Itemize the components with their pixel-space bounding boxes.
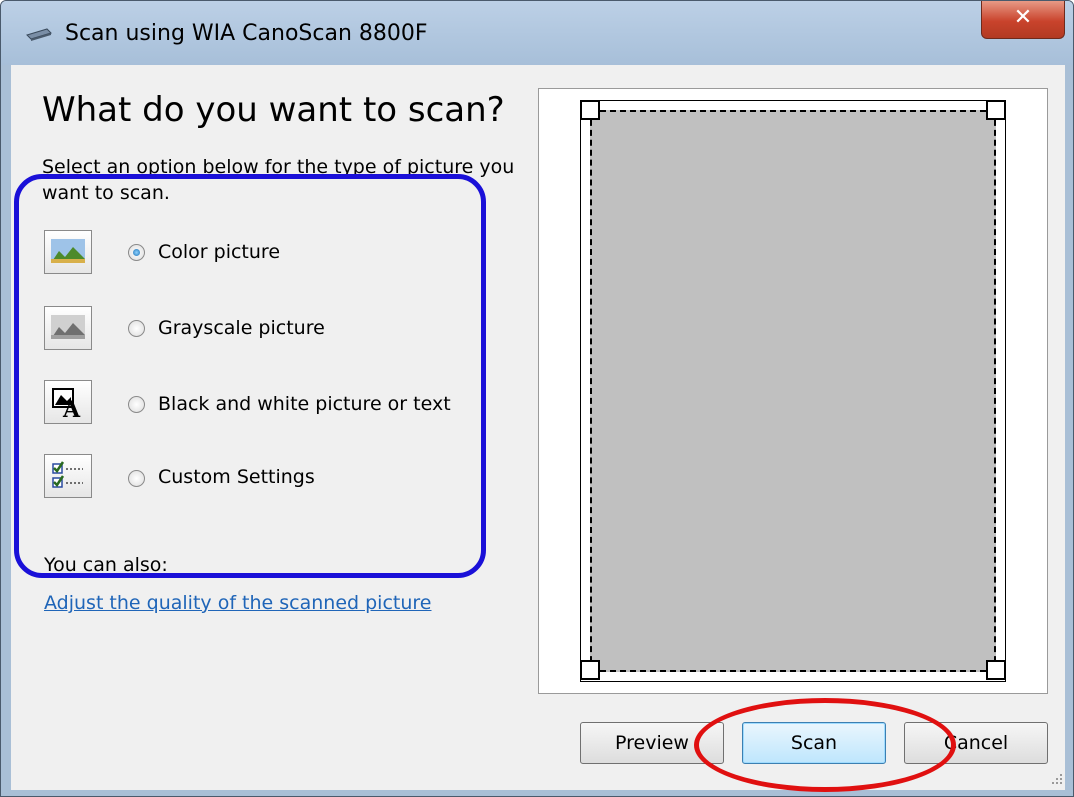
- page-title: What do you want to scan?: [42, 90, 505, 130]
- title-bar[interactable]: Scan using WIA CanoScan 8800F ✕: [1, 1, 1073, 65]
- crop-handle-bottom-left[interactable]: [580, 660, 600, 680]
- color-photo-icon[interactable]: [44, 230, 92, 274]
- crop-handle-bottom-right[interactable]: [986, 660, 1006, 680]
- color-picture-label[interactable]: Color picture: [158, 241, 280, 263]
- resize-grip-icon[interactable]: [1050, 772, 1064, 786]
- custom-settings-radio[interactable]: [128, 470, 145, 487]
- close-x-icon: ✕: [1013, 5, 1033, 30]
- black-white-text-icon[interactable]: A: [44, 380, 92, 424]
- scan-button[interactable]: Scan: [742, 722, 886, 764]
- crop-handle-top-left[interactable]: [580, 100, 600, 120]
- grayscale-picture-label[interactable]: Grayscale picture: [158, 317, 325, 339]
- adjust-quality-link[interactable]: Adjust the quality of the scanned pictur…: [44, 592, 432, 614]
- instructions-text: Select an option below for the type of p…: [42, 156, 515, 204]
- custom-settings-icon[interactable]: [44, 454, 92, 498]
- grayscale-photo-icon[interactable]: [44, 306, 92, 350]
- cancel-button[interactable]: Cancel: [904, 722, 1048, 764]
- black-white-radio[interactable]: [128, 396, 145, 413]
- window-title: Scan using WIA CanoScan 8800F: [65, 21, 428, 46]
- black-white-label[interactable]: Black and white picture or text: [158, 393, 451, 415]
- custom-settings-label[interactable]: Custom Settings: [158, 466, 315, 488]
- preview-button[interactable]: Preview: [580, 722, 724, 764]
- close-button[interactable]: ✕: [981, 1, 1065, 39]
- grayscale-picture-radio[interactable]: [128, 320, 145, 337]
- also-label: You can also:: [44, 554, 168, 576]
- crop-handle-top-right[interactable]: [986, 100, 1006, 120]
- color-picture-radio[interactable]: [128, 244, 145, 261]
- scan-region[interactable]: [590, 110, 996, 672]
- svg-text:A: A: [62, 397, 81, 419]
- scanner-icon: [26, 28, 52, 41]
